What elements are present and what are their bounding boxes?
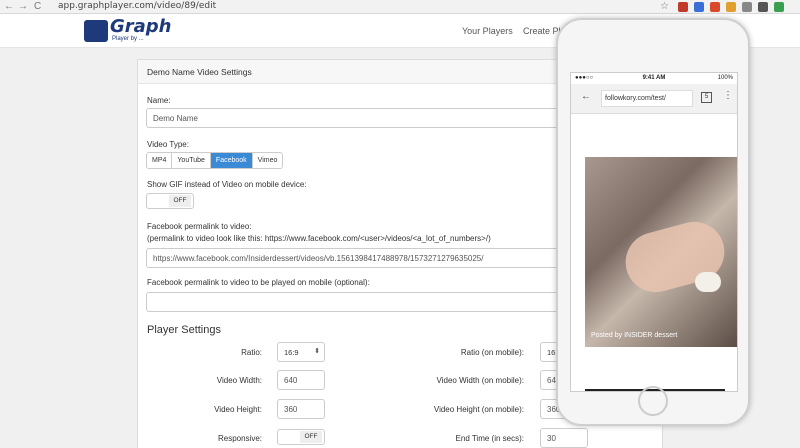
ratio-select[interactable]: 16:9 ⬍	[277, 342, 325, 362]
video-type-facebook[interactable]: Facebook	[210, 153, 253, 168]
phone-screen: ●●●○○ 9:41 AM 100% ← followkory.com/test…	[570, 72, 738, 392]
phone-time: 9:41 AM	[642, 75, 666, 81]
fb-permalink-label: Facebook permalink to video:	[147, 222, 252, 231]
ratio-mobile-label: Ratio (on mobile):	[460, 348, 524, 357]
video-caption: Posted by INSIDER dessert	[591, 332, 678, 339]
phone-home-button	[638, 386, 668, 416]
extension-icon[interactable]	[742, 2, 752, 12]
extension-icon[interactable]	[758, 2, 768, 12]
gif-toggle[interactable]: OFF	[146, 193, 194, 209]
mobile-address[interactable]: followkory.com/test/	[601, 90, 693, 107]
gif-label: Show GIF instead of Video on mobile devi…	[147, 180, 307, 189]
nav-your-players[interactable]: Your Players	[462, 26, 513, 36]
extension-icon[interactable]	[678, 2, 688, 12]
width-label: Video Width:	[216, 376, 262, 385]
width-input[interactable]: 640	[277, 370, 325, 390]
mobile-menu-icon[interactable]: ⋮	[723, 90, 733, 101]
extension-icon[interactable]	[694, 2, 704, 12]
gif-toggle-state: OFF	[169, 195, 191, 207]
phone-status-bar: ●●●○○ 9:41 AM 100%	[571, 73, 737, 84]
battery-icon: 100%	[717, 75, 733, 81]
logo-subtext: Player by ...	[112, 36, 144, 42]
responsive-toggle[interactable]: OFF	[277, 429, 325, 445]
phone-preview: ●●●○○ 9:41 AM 100% ← followkory.com/test…	[556, 18, 750, 426]
extension-icon[interactable]	[726, 2, 736, 12]
address-bar[interactable]: app.graphplayer.com/video/89/edit	[58, 1, 216, 11]
ratio-label: Ratio:	[241, 348, 262, 357]
mobile-tabs-icon[interactable]: 5	[701, 92, 712, 103]
height-mobile-label: Video Height (on mobile):	[433, 405, 524, 414]
video-type-youtube[interactable]: YouTube	[172, 153, 211, 168]
video-type-vimeo[interactable]: Vimeo	[252, 153, 283, 168]
end-time-label: End Time (in secs):	[455, 434, 524, 443]
height-input[interactable]: 360	[277, 399, 325, 419]
extension-icon[interactable]	[774, 2, 784, 12]
video-frame-shape	[695, 272, 721, 292]
height-label: Video Height:	[214, 405, 262, 414]
chevron-updown-icon: ⬍	[314, 348, 320, 355]
back-button[interactable]: ←	[4, 1, 14, 12]
mobile-back-icon[interactable]: ←	[581, 91, 591, 102]
bookmark-star-icon[interactable]: ☆	[660, 1, 669, 12]
extension-icon[interactable]	[710, 2, 720, 12]
mobile-url-bar: ← followkory.com/test/ 5 ⋮	[571, 84, 737, 114]
video-type-label: Video Type:	[147, 140, 189, 149]
video-preview[interactable]: Posted by INSIDER dessert	[585, 157, 737, 347]
player-settings-title: Player Settings	[147, 324, 221, 336]
forward-button[interactable]: →	[18, 1, 28, 12]
fb-mobile-label: Facebook permalink to video to be played…	[147, 278, 370, 287]
reload-button[interactable]: C	[34, 1, 41, 12]
responsive-label: Responsive:	[217, 434, 262, 443]
logo-icon[interactable]	[84, 20, 108, 42]
ratio-select-value: 16:9	[284, 348, 299, 357]
fb-permalink-hint: (permalink to video look like this: http…	[147, 234, 491, 243]
end-time-input[interactable]: 30	[540, 428, 588, 448]
video-type-mp4[interactable]: MP4	[147, 153, 173, 168]
responsive-toggle-state: OFF	[300, 431, 322, 443]
logo-text[interactable]: Graph	[110, 16, 172, 37]
width-mobile-label: Video Width (on mobile):	[436, 376, 524, 385]
video-type-selector: MP4 YouTube Facebook Vimeo	[146, 152, 284, 169]
browser-toolbar: ← → C app.graphplayer.com/video/89/edit …	[0, 0, 800, 14]
name-label: Name:	[147, 96, 171, 105]
